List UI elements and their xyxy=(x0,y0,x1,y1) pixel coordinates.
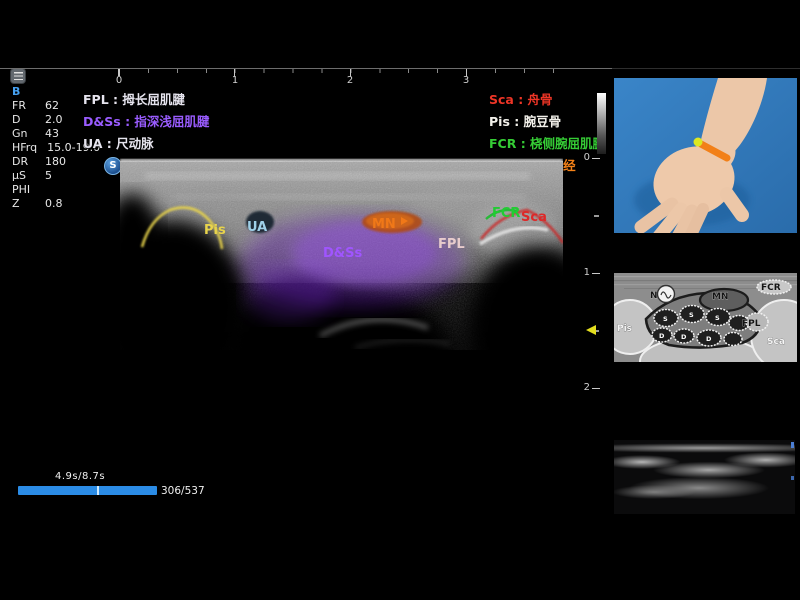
ruler-label: 2 xyxy=(345,75,355,86)
diagram-label-s: S xyxy=(663,315,668,323)
us-label-pis: Pis xyxy=(204,223,226,238)
probe-marker-dot xyxy=(694,138,703,147)
legend-item: Sca : 舟骨 xyxy=(489,92,605,114)
diagram-label-s: S xyxy=(689,311,694,319)
us-label-sca: Sca xyxy=(521,210,547,225)
diagram-label-n: N xyxy=(650,291,658,301)
diagram-label-d: D xyxy=(681,333,687,341)
diagram-label-mn: MN xyxy=(712,292,729,302)
ultrasound-image[interactable]: Pis UA D&Ss MN FPL FCR Sca xyxy=(120,158,563,470)
ruler-label: 0 xyxy=(114,75,124,86)
anatomy-diagram[interactable]: N Pis MN FCR FPL Sca S S S D D D xyxy=(614,273,797,362)
diagram-label-d: D xyxy=(659,332,665,340)
depth-major-tick xyxy=(592,158,600,160)
focus-marker-icon[interactable] xyxy=(586,325,596,335)
reference-ultrasound-thumbnail[interactable] xyxy=(614,440,795,514)
diagram-label-fpl: FPL xyxy=(742,319,761,329)
us-label-dss: D&Ss xyxy=(323,246,362,261)
legend-item: UA : 尺动脉 xyxy=(83,136,209,158)
diagram-label-sca: Sca xyxy=(767,337,785,347)
grayscale-map xyxy=(597,93,606,154)
playback-time: 4.9s/8.7s xyxy=(55,471,105,482)
thumb-corner-mark xyxy=(791,442,794,448)
menu-icon[interactable] xyxy=(11,69,25,83)
cine-progress-bar[interactable] xyxy=(18,486,157,495)
playhead[interactable] xyxy=(97,486,100,495)
legend-item: Pis : 腕豆骨 xyxy=(489,114,605,136)
legend-item: FPL : 拇长屈肌腱 xyxy=(83,92,209,114)
diagram-label-s: S xyxy=(715,314,720,322)
menu-lines-icon xyxy=(14,72,23,80)
probe-position-photo[interactable] xyxy=(614,78,797,233)
depth-label: 2 xyxy=(578,382,590,393)
ruler-label: 1 xyxy=(230,75,240,86)
depth-major-tick xyxy=(592,388,600,390)
us-label-fpl: FPL xyxy=(438,237,465,252)
depth-label: 1 xyxy=(578,267,590,278)
ruler-label: 3 xyxy=(461,75,471,86)
param-row: PHI xyxy=(12,183,100,197)
legend-item: D&Ss : 指深浅屈肌腱 xyxy=(83,114,209,136)
ruler-minor-ticks xyxy=(119,69,566,73)
param-row: μS5 xyxy=(12,169,100,183)
param-row: Z0.8 xyxy=(12,197,100,211)
thumb-side-mark xyxy=(791,476,794,480)
us-label-fcr: FCR xyxy=(492,206,520,221)
diagram-label-d: D xyxy=(706,335,712,343)
us-label-ua: UA xyxy=(247,220,267,235)
ultrasound-screen: B FR62 D2.0 Gn43 HFrq15.0-19.0 DR180 μS5… xyxy=(0,0,800,600)
frame-counter: 306/537 xyxy=(161,485,205,497)
us-label-mn: MN xyxy=(372,217,396,232)
legend-left: FPL : 拇长屈肌腱 D&Ss : 指深浅屈肌腱 UA : 尺动脉 xyxy=(83,92,209,158)
horizontal-ruler-line-dim xyxy=(612,68,800,69)
depth-minor-tick xyxy=(594,215,599,217)
depth-major-tick xyxy=(592,273,600,275)
diagram-label-fcr: FCR xyxy=(761,283,781,293)
diagram-label-pis: Pis xyxy=(617,324,632,334)
depth-label: 0 xyxy=(578,152,590,163)
